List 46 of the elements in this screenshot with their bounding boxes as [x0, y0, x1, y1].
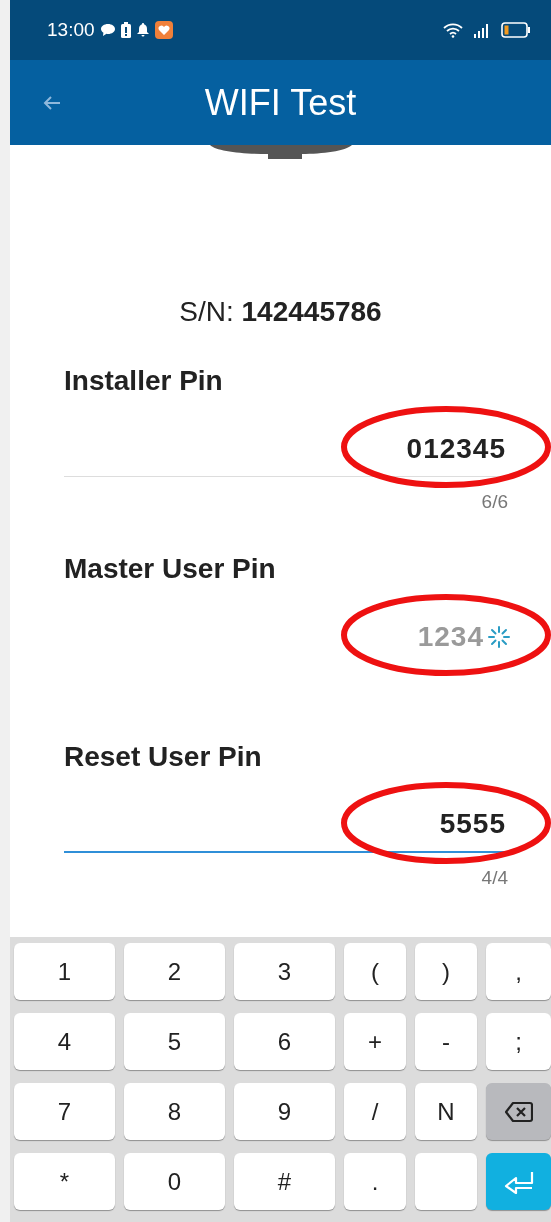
keyboard-key[interactable]: (: [344, 943, 406, 1000]
backspace-key[interactable]: [486, 1083, 551, 1140]
keyboard-key[interactable]: 6: [234, 1013, 335, 1070]
loading-spinner-icon: [488, 626, 510, 648]
back-arrow-icon[interactable]: [43, 94, 61, 111]
keyboard-key[interactable]: ;: [486, 1013, 551, 1070]
keyboard-key[interactable]: 1: [14, 943, 115, 1000]
keyboard-key[interactable]: +: [344, 1013, 406, 1070]
field-label: Installer Pin: [64, 364, 224, 398]
keyboard-key[interactable]: 4: [14, 1013, 115, 1070]
keyboard-key[interactable]: ,: [486, 943, 551, 1000]
serial-number: S/N: 142445786: [179, 295, 382, 329]
keyboard-key[interactable]: #: [234, 1153, 335, 1210]
bell-icon: [136, 23, 149, 37]
keyboard-key[interactable]: /: [344, 1083, 406, 1140]
chat-icon: [100, 24, 115, 36]
keyboard-key[interactable]: 7: [14, 1083, 115, 1140]
pin-field[interactable]: 012345: [64, 421, 506, 477]
enter-key[interactable]: [486, 1153, 551, 1210]
battery-icon: [501, 22, 531, 38]
character-counter: 4/4: [481, 867, 508, 889]
keyboard-key[interactable]: 5: [124, 1013, 225, 1070]
keyboard-key[interactable]: 8: [124, 1083, 225, 1140]
signal-icon: [474, 22, 491, 38]
keyboard-key[interactable]: .: [344, 1153, 406, 1210]
status-time: 13:00: [47, 17, 95, 42]
pin-value: 5555: [439, 807, 506, 841]
keyboard-key[interactable]: -: [415, 1013, 477, 1070]
keyboard-key[interactable]: 0: [124, 1153, 225, 1210]
keyboard-key[interactable]: 3: [234, 943, 335, 1000]
keyboard-key[interactable]: *: [14, 1153, 115, 1210]
pin-value: 1234: [417, 620, 484, 654]
keyboard-key[interactable]: ): [415, 943, 477, 1000]
pin-value: 012345: [406, 431, 506, 466]
pin-field[interactable]: 5555: [64, 797, 506, 853]
wifi-icon: [442, 22, 464, 38]
keyboard-key[interactable]: N: [415, 1083, 477, 1140]
field-label: Reset User Pin: [64, 740, 263, 774]
keyboard-key[interactable]: 2: [124, 943, 225, 1000]
battery-alert-icon: [120, 22, 131, 38]
backspace-icon: [504, 1100, 533, 1123]
enter-icon: [502, 1169, 535, 1194]
page-title: WIFI Test: [204, 80, 357, 125]
keyboard-key[interactable]: 9: [234, 1083, 335, 1140]
field-label: Master User Pin: [64, 552, 277, 586]
character-counter: 6/6: [481, 491, 508, 513]
